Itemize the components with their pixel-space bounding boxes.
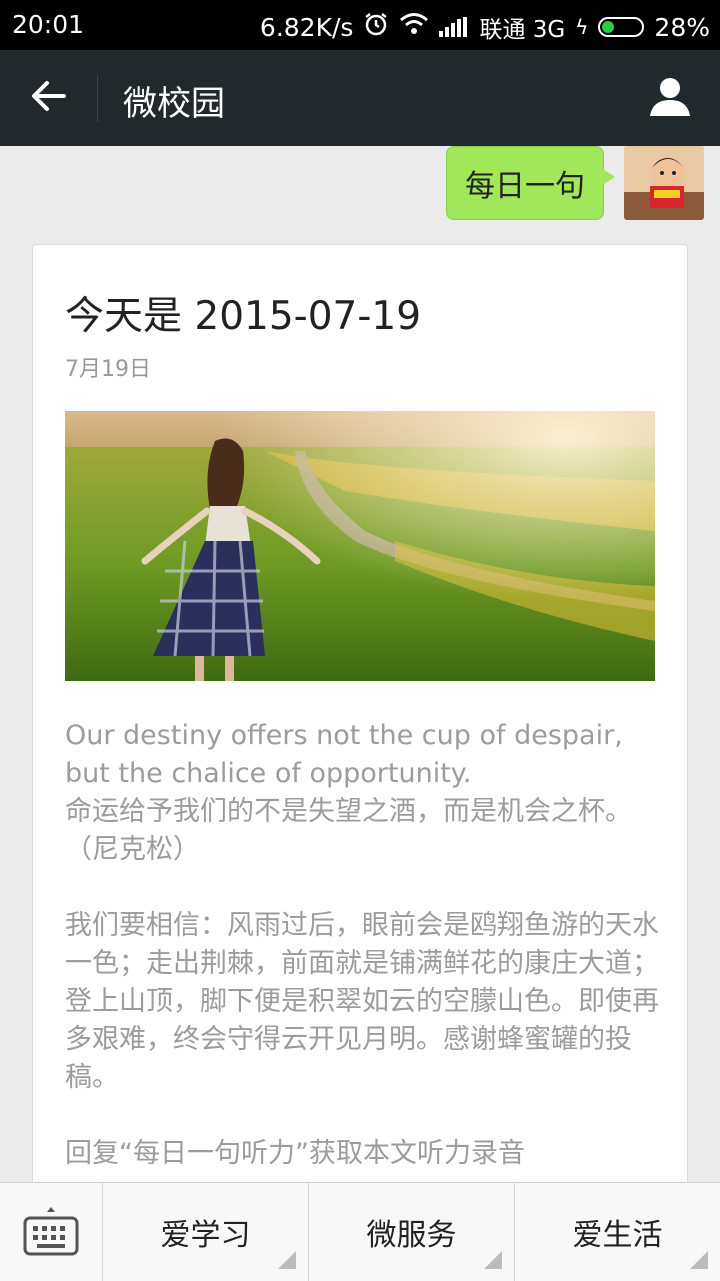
status-bar: 20:01 6.82K/s 联通 3G ϟ 28%: [0, 0, 720, 50]
article-cover-image: [65, 411, 655, 681]
submenu-indicator-icon: [690, 1251, 708, 1269]
message-bubble[interactable]: 每日一句: [446, 146, 615, 220]
submenu-indicator-icon: [278, 1251, 296, 1269]
profile-button[interactable]: [640, 68, 700, 128]
alarm-icon: [363, 11, 389, 43]
message-text: 每日一句: [465, 169, 585, 204]
audio-reply-hint: 回复“每日一句听力”获取本文听力录音: [65, 1138, 525, 1169]
menu-item-services[interactable]: 微服务: [309, 1183, 515, 1281]
charging-icon: ϟ: [575, 15, 589, 39]
signal-icon: [439, 17, 469, 37]
article-paragraph: 我们要相信：风雨过后，眼前会是鸥翔鱼游的天水一色；走出荆棘，前面就是铺满鲜花的康…: [65, 910, 659, 1093]
network-speed: 6.82K/s: [259, 12, 354, 42]
status-time: 20:01: [12, 10, 85, 39]
app-bar: 微校园: [0, 50, 720, 146]
submenu-indicator-icon: [484, 1251, 502, 1269]
quote-english: Our destiny offers not the cup of despai…: [65, 720, 623, 789]
menu-item-study[interactable]: 爱学习: [103, 1183, 309, 1281]
menu-item-label: 爱生活: [572, 1218, 663, 1253]
keyboard-icon: [23, 1204, 79, 1260]
sent-message-row: 每日一句: [446, 146, 704, 220]
back-button[interactable]: [0, 50, 96, 146]
article-headline: 今天是 2015-07-19: [65, 294, 422, 339]
menu-item-label: 爱学习: [160, 1218, 251, 1253]
article-card[interactable]: 今天是 2015-07-19 7月19日 Our destiny offers …: [32, 244, 688, 1206]
article-body: Our destiny offers not the cup of despai…: [65, 717, 663, 1205]
battery-percent: 28%: [654, 12, 710, 42]
bottom-menu: 爱学习 微服务 爱生活: [0, 1182, 720, 1281]
keyboard-toggle-button[interactable]: [0, 1183, 103, 1281]
quote-chinese: 命运给予我们的不是失望之酒，而是机会之杯。（尼克松）: [65, 796, 632, 865]
menu-item-life[interactable]: 爱生活: [515, 1183, 720, 1281]
arrow-left-icon: [30, 80, 66, 116]
carrier-label: 联通 3G: [479, 17, 566, 43]
user-icon: [648, 74, 692, 122]
article-date: 7月19日: [65, 357, 151, 382]
app-bar-divider: [97, 76, 98, 122]
avatar[interactable]: [624, 146, 704, 220]
status-right: 6.82K/s 联通 3G ϟ 28%: [250, 10, 710, 44]
menu-item-label: 微服务: [366, 1218, 457, 1253]
battery-icon: [598, 17, 645, 37]
wifi-icon: [399, 12, 429, 42]
page-title: 微校园: [123, 84, 225, 124]
